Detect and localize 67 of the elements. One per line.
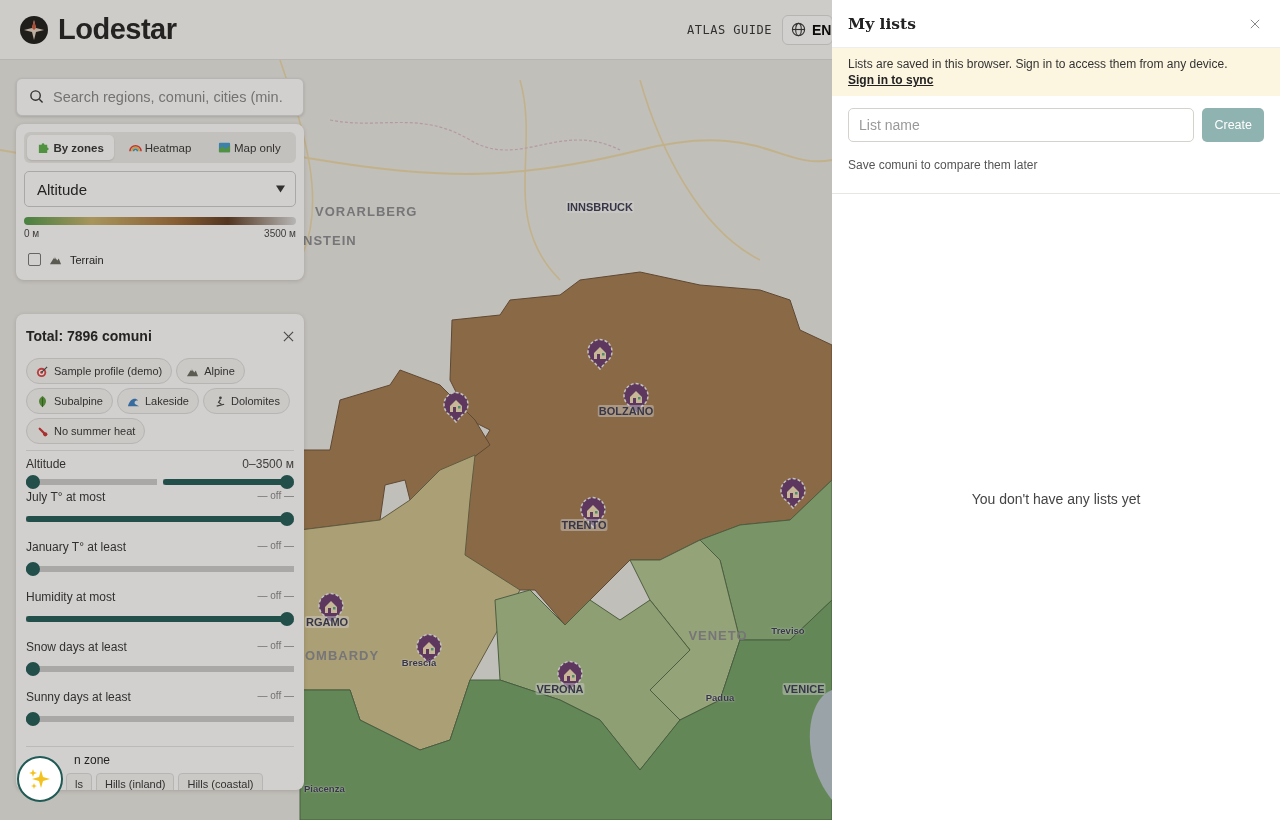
- zone-chip[interactable]: Hills (coastal): [178, 773, 263, 790]
- close-icon[interactable]: [1250, 18, 1260, 29]
- puzzle-icon: [37, 141, 51, 154]
- filter-label: Altitude: [26, 457, 67, 471]
- compass-logo-icon: [20, 15, 48, 44]
- zone-chip[interactable]: Hills (inland): [95, 773, 175, 790]
- filter-value: — off —: [257, 640, 294, 653]
- filter-value: — off —: [257, 690, 294, 703]
- preset-chip[interactable]: Subalpine: [26, 388, 113, 414]
- globe-icon: [791, 22, 806, 37]
- slider-thumb[interactable]: [26, 562, 40, 576]
- filter-value: — off —: [257, 590, 294, 603]
- list-name-input[interactable]: List name: [848, 108, 1195, 142]
- terrain-checkbox[interactable]: [28, 253, 41, 266]
- map-label: VORARLBERG: [315, 203, 418, 219]
- preset-chip[interactable]: Lakeside: [116, 388, 199, 414]
- notice-text: Lists are saved in this browser. Sign in to access them from any device.: [848, 56, 1228, 72]
- slider-thumb[interactable]: [280, 475, 294, 489]
- map-label: Brescia: [401, 656, 437, 668]
- zone-chip[interactable]: ls: [66, 773, 92, 790]
- terrain-label: Terrain: [70, 253, 104, 266]
- preset-chip[interactable]: Alpine: [176, 358, 245, 384]
- view-mode-tab[interactable]: Map only: [205, 135, 293, 160]
- filter-value: — off —: [257, 490, 294, 503]
- filter-value: 0–3500 м: [242, 457, 294, 471]
- hint-text: Save comuni to compare them later: [832, 142, 1280, 194]
- map-label: NSTEIN: [303, 232, 357, 248]
- slider-thumb[interactable]: [280, 612, 294, 626]
- brand-name: Lodestar: [58, 13, 177, 46]
- scale-min-label: 0 м: [24, 228, 40, 239]
- drawer-title: My lists: [848, 14, 916, 33]
- search-field[interactable]: Search regions, comuni, cities (min.: [16, 78, 304, 116]
- filter-label: Sunny days at least: [26, 690, 131, 704]
- filter-label: January T° at least: [26, 540, 126, 554]
- preset-chip[interactable]: Dolomites: [203, 388, 290, 414]
- metric-dropdown[interactable]: Altitude: [24, 171, 296, 207]
- filter-label: Humidity at most: [26, 590, 116, 604]
- slider-thumb[interactable]: [26, 662, 40, 676]
- preset-chip[interactable]: No summer heat: [26, 418, 146, 444]
- scale-max-label: 3500 м: [264, 228, 296, 239]
- search-icon: [29, 89, 44, 104]
- target-icon: [36, 364, 49, 378]
- sign-in-link[interactable]: Sign in to sync: [848, 72, 934, 88]
- house-pin-icon[interactable]: [442, 391, 470, 423]
- close-icon[interactable]: [283, 330, 294, 342]
- slider-thumb[interactable]: [26, 475, 40, 489]
- filter-total-title: Total: 7896 comuni: [26, 328, 152, 344]
- filter-value: — off —: [257, 540, 294, 553]
- map-label: Padua: [705, 691, 735, 703]
- view-mode-tab[interactable]: By zones: [27, 135, 115, 160]
- language-button[interactable]: EN: [782, 14, 834, 45]
- house-pin-icon[interactable]: [779, 477, 807, 509]
- slider-thumb[interactable]: [26, 712, 40, 726]
- preset-chip[interactable]: Sample profile (demo): [26, 358, 173, 384]
- dropdown-caret-icon: [276, 185, 285, 193]
- map-label: Treviso: [771, 624, 805, 636]
- house-pin-icon[interactable]: [586, 338, 614, 370]
- filter-label: Snow days at least: [26, 640, 127, 654]
- slider-thumb[interactable]: [280, 512, 294, 526]
- map-icon: [218, 141, 231, 154]
- filter-label: July T° at most: [26, 490, 106, 504]
- atlas-guide-link[interactable]: ATLAS GUIDE: [687, 22, 772, 37]
- view-mode-tab[interactable]: Heatmap: [116, 135, 204, 160]
- zone-label: n zone: [73, 753, 112, 767]
- map-label: Piacenza: [304, 782, 345, 794]
- empty-state-text: You don't have any lists yet: [971, 491, 1141, 507]
- leaf-icon: [36, 394, 49, 408]
